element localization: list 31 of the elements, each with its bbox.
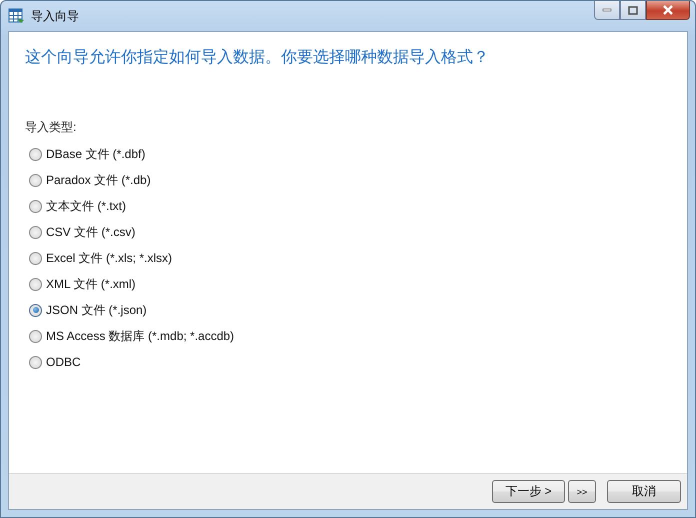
option-label[interactable]: DBase 文件 (*.dbf) — [46, 146, 146, 162]
radio-button[interactable] — [29, 356, 42, 368]
wizard-heading: 这个向导允许你指定如何导入数据。你要选择哪种数据导入格式？ — [25, 48, 490, 68]
radio-button[interactable] — [29, 174, 42, 186]
maximize-icon — [628, 6, 638, 14]
group-label: 导入类型: — [25, 119, 78, 135]
next-button[interactable]: 下一步 > — [492, 480, 565, 503]
close-icon — [662, 5, 674, 15]
minimize-button[interactable] — [594, 1, 620, 20]
option-label[interactable]: XML 文件 (*.xml) — [46, 276, 136, 292]
option-label[interactable]: Paradox 文件 (*.db) — [46, 172, 151, 188]
radio-button[interactable] — [29, 226, 42, 238]
close-button[interactable] — [646, 1, 690, 20]
minimize-icon — [602, 8, 612, 12]
option-label[interactable]: ODBC — [46, 355, 81, 369]
radio-button[interactable] — [29, 278, 42, 290]
option-label[interactable]: MS Access 数据库 (*.mdb; *.accdb) — [46, 328, 234, 344]
radio-button[interactable] — [29, 330, 42, 342]
option-label[interactable]: 文本文件 (*.txt) — [46, 198, 126, 214]
option-label[interactable]: Excel 文件 (*.xls; *.xlsx) — [46, 250, 172, 266]
radio-button[interactable] — [29, 304, 42, 316]
last-button[interactable]: >> — [568, 480, 596, 503]
radio-button[interactable] — [29, 200, 42, 212]
radio-button[interactable] — [29, 252, 42, 264]
option-label[interactable]: CSV 文件 (*.csv) — [46, 224, 136, 240]
maximize-button[interactable] — [620, 1, 646, 20]
radio-button[interactable] — [29, 148, 42, 160]
window-title: 导入向导 — [31, 8, 79, 24]
option-label[interactable]: JSON 文件 (*.json) — [46, 302, 147, 318]
table-icon — [8, 8, 24, 24]
cancel-button[interactable]: 取消 — [607, 480, 681, 503]
